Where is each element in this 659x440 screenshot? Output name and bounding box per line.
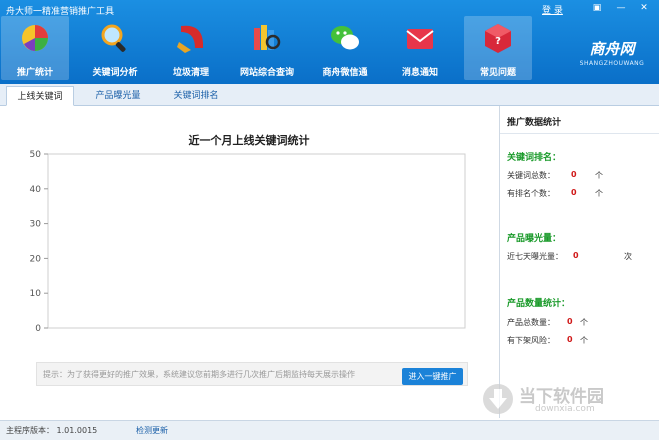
y-tick-label: 30 bbox=[30, 220, 42, 230]
y-tick-label: 50 bbox=[30, 150, 42, 160]
delist-risk-unit: 个 bbox=[580, 336, 588, 345]
books-search-icon bbox=[254, 25, 281, 50]
ranked-count-unit: 个 bbox=[595, 189, 603, 198]
question-cube-icon: ? bbox=[485, 24, 511, 53]
tool-promotion-stats[interactable]: 推广统计 bbox=[1, 16, 69, 80]
restore-icon[interactable]: ▣ bbox=[590, 3, 604, 14]
y-tick-label: 10 bbox=[30, 289, 42, 299]
product-total-label: 产品总数量： bbox=[507, 318, 555, 327]
y-tick-label: 0 bbox=[35, 324, 41, 334]
keyword-total-label: 关键词总数： bbox=[507, 171, 555, 180]
pie-chart-icon bbox=[22, 25, 48, 51]
tool-label: 关键词分析 bbox=[92, 68, 138, 78]
y-tick-label: 20 bbox=[30, 254, 42, 264]
wechat-icon bbox=[331, 26, 359, 50]
program-version: 主程序版本： 1.01.0015 bbox=[6, 426, 98, 435]
seven-day-exposure-label: 近七天曝光量： bbox=[507, 252, 563, 261]
main-toolbar: 舟大师一精准营销推广工具 登 录 ▣ — ✕ 推广统计 关键词分析 垃圾清理 网… bbox=[0, 0, 659, 84]
tool-label: 网站综合查询 bbox=[239, 68, 294, 78]
tool-cleanup[interactable]: 垃圾清理 bbox=[157, 16, 225, 80]
keyword-total-unit: 个 bbox=[595, 171, 603, 180]
watermark: 当下软件园 downxia.com bbox=[475, 380, 655, 420]
minimize-icon[interactable]: — bbox=[614, 3, 628, 14]
tab-product-exposure[interactable]: 产品曝光量 bbox=[84, 86, 152, 106]
delist-risk-label: 有下架风险： bbox=[507, 336, 555, 345]
tool-label: 常见问题 bbox=[479, 68, 516, 78]
watermark-url: downxia.com bbox=[535, 404, 595, 414]
tool-keyword-analysis[interactable]: 关键词分析 bbox=[81, 16, 149, 80]
exposure-heading: 产品曝光量： bbox=[507, 234, 562, 244]
tab-online-keywords[interactable]: 上线关键词 bbox=[6, 86, 74, 106]
ranked-count-value: 0 bbox=[571, 188, 577, 197]
delist-risk-value: 0 bbox=[567, 335, 573, 344]
ranked-count-label: 有排名个数： bbox=[507, 189, 555, 198]
status-bar: 主程序版本： 1.01.0015 检测更新 bbox=[0, 420, 659, 440]
side-stats-panel: 推广数据统计 关键词排名： 关键词总数： 0 个 有排名个数： 0 个 产品曝光… bbox=[499, 106, 659, 418]
envelope-icon bbox=[406, 29, 434, 49]
seven-day-exposure-value: 0 bbox=[573, 251, 579, 260]
side-panel-title: 推广数据统计 bbox=[500, 112, 659, 134]
broom-icon bbox=[177, 25, 204, 53]
one-click-promote-button[interactable]: 进入一键推广 bbox=[402, 368, 463, 385]
tool-site-query[interactable]: 网站综合查询 bbox=[233, 16, 301, 80]
tool-messages[interactable]: 消息通知 bbox=[386, 16, 454, 80]
product-total-value: 0 bbox=[567, 317, 573, 326]
plot-area bbox=[47, 153, 466, 329]
download-arrow-icon bbox=[483, 384, 513, 414]
close-icon[interactable]: ✕ bbox=[637, 3, 651, 14]
brand-logo-text: 商舟网 bbox=[589, 40, 635, 58]
tip-text: 提示：为了获得更好的推广效果，系统建议您前期多进行几次推广后期监持每天展示操作 bbox=[43, 370, 355, 379]
seven-day-exposure-unit: 次 bbox=[624, 252, 632, 261]
brand-logo: 商舟网 SHANGZHOUWANG bbox=[571, 16, 653, 80]
tool-label: 商舟微信通 bbox=[322, 68, 368, 78]
tool-faq[interactable]: ? 常见问题 bbox=[464, 16, 532, 80]
magnifier-icon bbox=[101, 24, 126, 52]
tool-label: 推广统计 bbox=[16, 68, 53, 78]
tool-label: 消息通知 bbox=[401, 68, 438, 78]
product-count-heading: 产品数量统计： bbox=[507, 299, 571, 309]
tool-wechat[interactable]: 商舟微信通 bbox=[311, 16, 379, 80]
y-tick-label: 40 bbox=[30, 185, 42, 195]
login-link[interactable]: 登 录 bbox=[542, 3, 563, 16]
brand-logo-sub: SHANGZHOUWANG bbox=[579, 60, 645, 67]
keyword-rank-heading: 关键词排名： bbox=[507, 153, 562, 163]
keyword-total-value: 0 bbox=[571, 170, 577, 179]
keyword-chart: 50 40 30 20 10 0 bbox=[30, 150, 466, 334]
tab-strip: 上线关键词 产品曝光量 关键词排名 bbox=[0, 84, 659, 106]
tab-keyword-ranking[interactable]: 关键词排名 bbox=[162, 86, 230, 106]
svg-text:?: ? bbox=[495, 36, 501, 47]
check-update-link[interactable]: 检测更新 bbox=[136, 425, 168, 436]
product-total-unit: 个 bbox=[580, 318, 588, 327]
tool-label: 垃圾清理 bbox=[172, 68, 209, 78]
